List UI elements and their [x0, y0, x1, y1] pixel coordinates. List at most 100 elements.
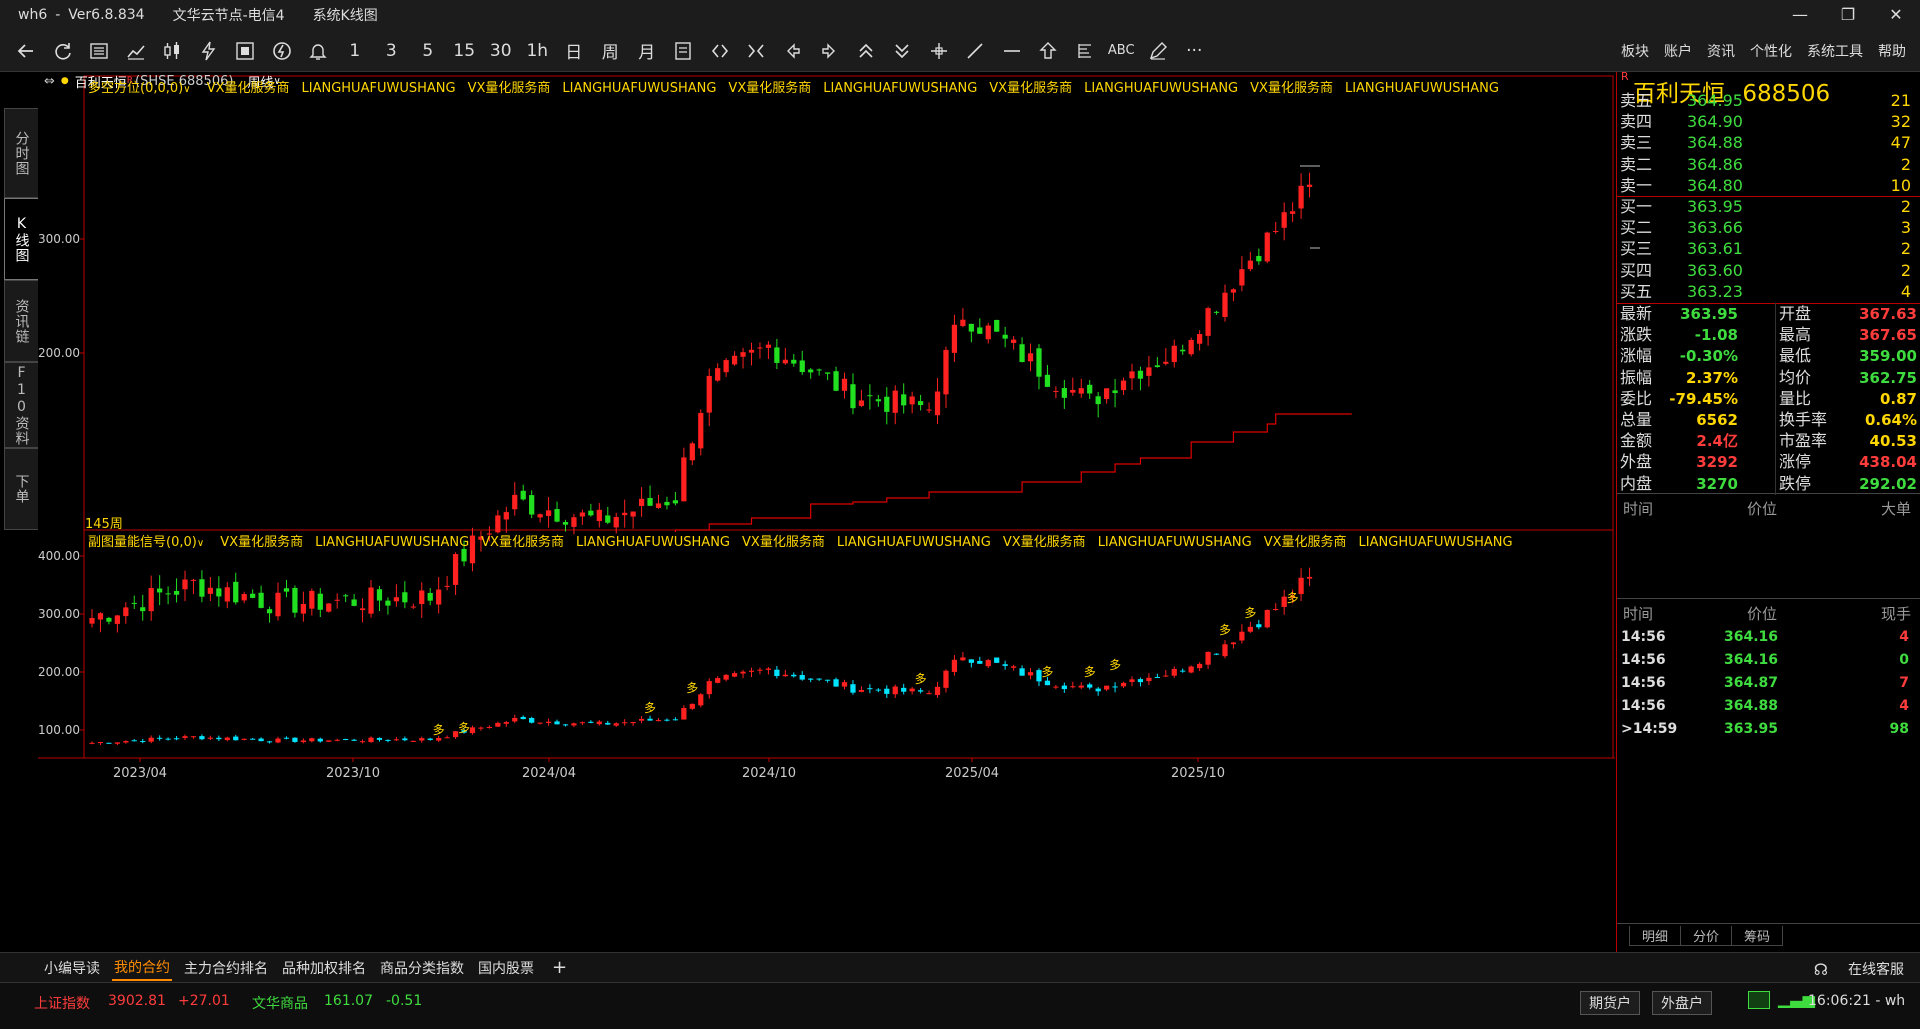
arrow-left-icon[interactable]	[775, 35, 812, 67]
candle-chart-icon[interactable]	[154, 35, 191, 67]
sub-candle-body	[791, 674, 797, 677]
tab-time-share[interactable]: 分时图	[4, 108, 38, 198]
chart-area[interactable]: 300.00 200.00 400.00 300.00 200.00 100.00 2023…	[38, 72, 1615, 952]
candle-body	[419, 590, 425, 605]
headset-icon[interactable]: ☊	[1812, 958, 1830, 981]
sub-candle-body	[1154, 676, 1160, 678]
menu-account[interactable]: 账户	[1664, 41, 1692, 61]
arrow-right-icon[interactable]	[811, 35, 848, 67]
candle-body	[1070, 389, 1076, 393]
minimize-button[interactable]: —	[1776, 0, 1824, 30]
futures-account-button[interactable]: 期货户	[1580, 991, 1640, 1015]
sub-indicator-title[interactable]: 副图量能信号(0,0)∨ VX量化服务商 LIANGHUAFUWUSHANG VX量…	[88, 531, 1513, 550]
back-arrow-icon[interactable]	[8, 35, 45, 67]
period-5-button[interactable]: 5	[410, 35, 447, 67]
candle-body	[1247, 260, 1253, 270]
sub-candle-body	[250, 738, 256, 740]
period-week-button[interactable]: 周	[592, 35, 629, 67]
menu-personalize[interactable]: 个性化	[1750, 41, 1792, 61]
close-button[interactable]: ✕	[1872, 0, 1920, 30]
bell-icon[interactable]	[300, 35, 337, 67]
candle-body	[545, 510, 552, 516]
cloud-flash-icon[interactable]	[264, 35, 301, 67]
tab-order[interactable]: 下单	[4, 448, 38, 530]
main-indicator-name[interactable]: 多空方位(0,0,0)	[88, 81, 183, 96]
text-tool-button[interactable]: ABC	[1103, 35, 1140, 67]
more-button[interactable]: ···	[1176, 35, 1213, 67]
candle-body	[622, 512, 628, 516]
zoom-out-icon[interactable]	[884, 35, 921, 67]
sub-candle-body	[909, 688, 915, 692]
sub-candle-body	[748, 670, 755, 672]
title-bar: wh6 - Ver6.8.834 文华云节点-电信4 系统K线图 — ❐ ✕	[0, 0, 1920, 30]
screen-icon[interactable]	[227, 35, 264, 67]
quote-row[interactable]: >14:59 363.95 98	[1617, 716, 1920, 742]
pen-icon[interactable]	[1140, 35, 1177, 67]
line-chart-icon[interactable]	[118, 35, 155, 67]
fib-lines-icon[interactable]	[1067, 35, 1104, 67]
tab-f10[interactable]: F10资料	[4, 362, 38, 448]
tab-main-contract-rank[interactable]: 主力合约排名	[182, 956, 270, 980]
online-service[interactable]: ☊ 在线客服	[1802, 957, 1906, 981]
period-3-button[interactable]: 3	[373, 35, 410, 67]
index2-name[interactable]: 文华商品	[252, 993, 308, 1013]
menu-system-tools[interactable]: 系统工具	[1807, 41, 1863, 61]
period-1-button[interactable]: 1	[337, 35, 374, 67]
kline-chart[interactable]: 300.00 200.00 400.00 300.00 200.00 100.00 2023…	[38, 72, 1615, 952]
chevron-down-icon[interactable]: ∨	[197, 538, 204, 549]
flash-icon[interactable]	[191, 35, 228, 67]
period-30-button[interactable]: 30	[483, 35, 520, 67]
sub-indicator-name[interactable]: 副图量能信号(0,0)	[88, 535, 197, 550]
online-service-label[interactable]: 在线客服	[1846, 957, 1906, 981]
horizontal-line-icon[interactable]	[994, 35, 1031, 67]
index1-name[interactable]: 上证指数	[34, 993, 90, 1013]
tab-news-chain[interactable]: 资讯链	[4, 280, 38, 362]
quote-tab[interactable]: 筹码	[1731, 926, 1783, 946]
sub-candle-body	[123, 741, 129, 743]
candle-body	[1078, 388, 1084, 394]
quote-list-icon[interactable]	[81, 35, 118, 67]
add-tab-button[interactable]: +	[550, 955, 569, 980]
candle-body	[579, 512, 586, 517]
compress-icon[interactable]	[738, 35, 775, 67]
candle-body	[1061, 388, 1067, 398]
arrow-up-icon[interactable]	[1030, 35, 1067, 67]
link-icon[interactable]: ⇔	[44, 74, 55, 89]
draw-line-icon[interactable]	[957, 35, 994, 67]
y-tick-label: 100.00	[38, 723, 80, 737]
external-account-button[interactable]: 外盘户	[1652, 991, 1712, 1015]
tab-weighted-rank[interactable]: 品种加权排名	[280, 956, 368, 980]
restore-button[interactable]: ❐	[1824, 0, 1872, 30]
period-day-button[interactable]: 日	[556, 35, 593, 67]
tab-domestic-stocks[interactable]: 国内股票	[476, 956, 536, 980]
candle-body	[241, 594, 247, 601]
menu-sector[interactable]: 板块	[1621, 41, 1649, 61]
main-indicator-title[interactable]: 多空方位(0,0,0)∨ VX量化服务商 LIANGHUAFUWUSHANG VX量…	[88, 77, 1499, 96]
tick-time: >14:59	[1621, 721, 1678, 737]
chevron-down-icon[interactable]: ∨	[183, 84, 190, 95]
refresh-icon[interactable]	[45, 35, 82, 67]
menu-news[interactable]: 资讯	[1707, 41, 1735, 61]
sub-candle-body	[351, 739, 357, 741]
candle-body	[224, 587, 230, 602]
menu-help[interactable]: 帮助	[1878, 41, 1906, 61]
zoom-in-icon[interactable]	[848, 35, 885, 67]
sub-candle-body	[1061, 685, 1067, 690]
quote-tab[interactable]: 分价	[1680, 926, 1732, 946]
candle-body	[1120, 380, 1127, 391]
quote-row[interactable]: 时间 价位 大单	[1617, 496, 1920, 522]
candle-body	[97, 613, 104, 620]
support-step-line	[674, 413, 1352, 532]
tab-commodity-index[interactable]: 商品分类指数	[378, 956, 466, 980]
period-1h-button[interactable]: 1h	[519, 35, 556, 67]
expand-icon[interactable]	[702, 35, 739, 67]
tab-kline[interactable]: K线图	[4, 198, 38, 280]
sub-candle-body	[283, 737, 290, 739]
tab-editor-guide[interactable]: 小编导读	[42, 956, 102, 980]
period-month-button[interactable]: 月	[629, 35, 666, 67]
custom-period-icon[interactable]	[665, 35, 702, 67]
tab-my-contracts[interactable]: 我的合约	[112, 955, 172, 981]
quote-tab[interactable]: 明细	[1629, 926, 1681, 946]
crosshair-icon[interactable]	[921, 35, 958, 67]
period-15-button[interactable]: 15	[446, 35, 483, 67]
